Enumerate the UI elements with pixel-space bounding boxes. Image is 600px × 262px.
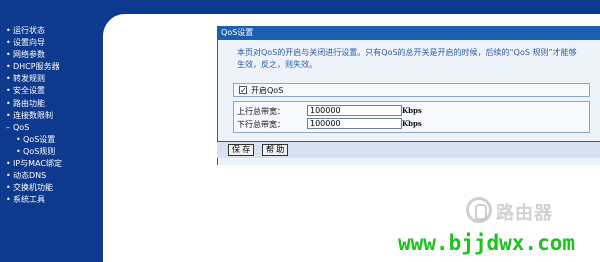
sidebar-item-wizard[interactable]: • 设置向导	[6, 37, 62, 49]
sidebar-item-ip-mac[interactable]: • IP与MAC绑定	[6, 158, 62, 170]
sidebar-item-qos[interactable]: – QoS	[6, 122, 62, 134]
bullet-icon: •	[6, 86, 11, 96]
bandwidth-box: 上行总带宽： Kbps 下行总带宽： Kbps	[233, 101, 590, 133]
bullet-icon: •	[6, 74, 11, 84]
sidebar-item-system-tools[interactable]: • 系统工具	[6, 194, 62, 206]
sidebar-item-switch[interactable]: • 交换机功能	[6, 182, 62, 194]
watermark-brand: 路由器	[496, 203, 553, 224]
watermark-logo-icon	[466, 197, 492, 223]
sidebar-item-status[interactable]: • 运行状态	[6, 25, 62, 37]
save-button[interactable]: 保 存	[228, 144, 255, 156]
button-bar: 保 存 帮 助	[217, 141, 600, 158]
sidebar-item-qos-rules[interactable]: • QoS规则	[6, 146, 62, 158]
sidebar-item-dhcp[interactable]: • DHCP服务器	[6, 61, 62, 73]
sidebar-item-routing[interactable]: • 路由功能	[6, 98, 62, 110]
banner-corner	[103, 14, 143, 36]
bullet-icon: •	[6, 98, 11, 108]
bullet-icon: •	[16, 134, 21, 144]
sidebar-menu: • 运行状态 • 设置向导 • 网络参数 • DHCP服务器 • 转发规则 • 安全设置 •…	[6, 25, 62, 206]
bullet-icon: •	[16, 146, 21, 156]
download-bandwidth-input[interactable]	[307, 118, 402, 129]
upload-unit: Kbps	[402, 106, 422, 115]
watermark-url: www.bjjdwx.com	[398, 231, 576, 255]
enable-qos-label: 开启QoS	[251, 86, 284, 95]
bullet-icon: •	[6, 38, 11, 48]
panel-title: QoS设置	[217, 26, 600, 40]
sidebar-item-ddns[interactable]: • 动态DNS	[6, 170, 62, 182]
bullet-icon: •	[6, 195, 11, 205]
download-label: 下行总带宽：	[237, 120, 285, 129]
bullet-icon: •	[6, 50, 11, 60]
upload-bandwidth-input[interactable]	[307, 105, 402, 116]
enable-qos-box: ✓ 开启QoS	[233, 83, 590, 97]
bullet-icon: •	[6, 171, 11, 181]
upload-label: 上行总带宽：	[237, 107, 285, 116]
dash-icon: –	[6, 122, 10, 132]
bullet-icon: •	[6, 110, 11, 120]
enable-qos-checkbox[interactable]: ✓	[239, 86, 247, 95]
sidebar-item-qos-settings[interactable]: • QoS设置	[6, 134, 62, 146]
top-banner	[103, 0, 600, 14]
bullet-icon: •	[6, 62, 11, 72]
sidebar-item-security[interactable]: • 安全设置	[6, 85, 62, 97]
sidebar: • 运行状态 • 设置向导 • 网络参数 • DHCP服务器 • 转发规则 • 安全设置 •…	[0, 0, 103, 262]
help-button[interactable]: 帮 助	[262, 144, 289, 156]
sidebar-item-conn-limit[interactable]: • 连接数限制	[6, 110, 62, 122]
sidebar-item-network[interactable]: • 网络参数	[6, 49, 62, 61]
bullet-icon: •	[6, 183, 11, 193]
bullet-icon: •	[6, 26, 11, 35]
intro-text: 本页对QoS的开启与关闭进行设置。只有QoS的总开关是开启的时候，后续的“QoS…	[237, 48, 577, 69]
bullet-icon: •	[6, 159, 11, 169]
sidebar-item-forwarding[interactable]: • 转发规则	[6, 73, 62, 85]
download-unit: Kbps	[402, 119, 422, 128]
